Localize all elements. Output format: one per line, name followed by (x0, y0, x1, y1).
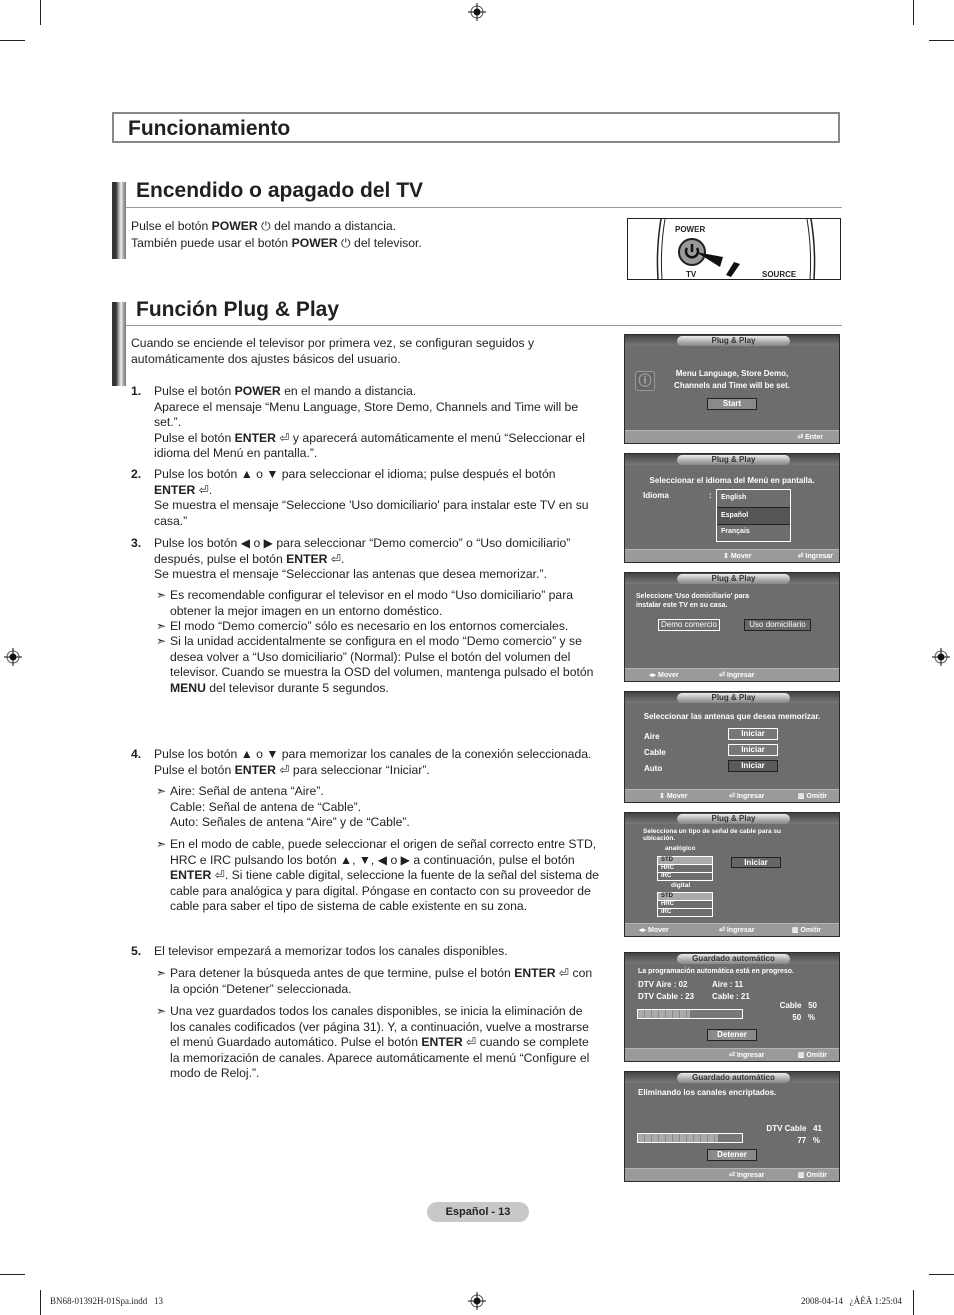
language-option-selected[interactable]: Español (717, 507, 790, 525)
step-note: Para detener la búsqueda antes de que te… (170, 966, 593, 996)
registration-mark-icon (4, 648, 22, 666)
crop-mark (913, 1290, 914, 1315)
step-text: Pulse los botón ◀ o ▶ para seleccionar “… (154, 536, 571, 581)
step-number: 5. (131, 944, 142, 958)
osd-title: Plug & Play (677, 455, 790, 465)
step-text: Pulse el botón POWER en el mando a dista… (154, 384, 585, 460)
registration-mark-icon (468, 1292, 486, 1310)
osd-title: Plug & Play (677, 693, 790, 703)
step-number: 1. (131, 384, 142, 398)
crop-mark (929, 1274, 954, 1275)
remote-tv-label: TV (686, 270, 697, 279)
start-button[interactable]: Start (707, 398, 757, 410)
crop-mark (0, 1274, 25, 1275)
step-note: Si la unidad accidentalmente se configur… (170, 634, 594, 695)
section-title-power: Encendido o apagado del TV (136, 179, 424, 202)
chapter-header: Funcionamiento (112, 112, 840, 143)
step-number: 3. (131, 536, 142, 550)
section-title-plug-play: Función Plug & Play (136, 298, 340, 321)
power-icon: ⏻ (257, 219, 271, 233)
note-arrow-icon: ➣ (156, 619, 167, 633)
osd-title: Guardado automático (677, 954, 790, 964)
digital-signal-list[interactable]: STD HRC IRC (657, 892, 713, 917)
osd-auto-store-progress: Guardado automático La programación auto… (624, 952, 840, 1062)
crop-mark (40, 1290, 41, 1315)
note-arrow-icon: ➣ (156, 1004, 167, 1018)
remote-source-label: SOURCE (762, 270, 797, 279)
uso-domiciliario-option[interactable]: Uso domiciliario (744, 619, 811, 631)
osd-plug-play-start: Plug & Play ⓘ Menu Language, Store Demo,… (624, 334, 840, 444)
osd-cable-signal: Plug & Play Selecciona un tipo de señal … (624, 812, 840, 937)
remote-illustration: POWER TV SOURCE (627, 218, 841, 280)
step-number: 4. (131, 747, 142, 761)
section-bar (112, 182, 126, 259)
step-note: En el modo de cable, puede seleccionar e… (170, 837, 599, 913)
osd-antenna-select: Plug & Play Seleccionar las antenas que … (624, 691, 840, 803)
enter-hint: ⏎ Enter (797, 434, 823, 441)
detener-button[interactable]: Detener (707, 1149, 757, 1161)
progress-fill (638, 1134, 719, 1142)
note-arrow-icon: ➣ (156, 634, 167, 648)
osd-encrypted-removal: Guardado automático Eliminando los canal… (624, 1071, 840, 1182)
osd-usage-mode: Plug & Play Seleccione 'Uso domiciliario… (624, 572, 840, 682)
step-note: Es recomendable configurar el televisor … (170, 588, 574, 618)
step-note: El modo “Demo comercio” sólo es necesari… (170, 619, 569, 633)
language-list: English Español Français (716, 489, 791, 542)
power-icon: ⏻ (337, 235, 351, 250)
page-number: Español - 13 (427, 1202, 529, 1222)
step-text: Pulse los botón ▲ o ▼ para seleccionar e… (154, 467, 589, 528)
section-divider (126, 207, 842, 208)
chapter-title: Funcionamiento (128, 117, 291, 140)
note-arrow-icon: ➣ (156, 588, 167, 602)
detener-button[interactable]: Detener (707, 1029, 757, 1041)
language-option[interactable]: Français (717, 524, 790, 540)
step-note: Una vez guardados todos los canales disp… (170, 1004, 590, 1080)
step-note: Aire: Señal de antena “Aire”. Cable: Seña… (170, 784, 410, 829)
note-arrow-icon: ➣ (156, 966, 167, 980)
auto-iniciar-button[interactable]: Iniciar (728, 760, 778, 772)
note-arrow-icon: ➣ (156, 784, 167, 798)
step-text: El televisor empezará a memorizar todos … (154, 944, 508, 958)
crop-mark (913, 0, 914, 25)
step-number: 2. (131, 467, 142, 481)
registration-mark-icon (932, 648, 950, 666)
registration-mark-icon (468, 3, 486, 21)
remote-power-label: POWER (675, 225, 706, 234)
osd-title: Plug & Play (677, 336, 790, 346)
aire-iniciar-button[interactable]: Iniciar (728, 728, 778, 740)
progress-bar (637, 1133, 743, 1143)
progress-bar (637, 1009, 743, 1019)
step-text: Pulse los botón ▲ o ▼ para memorizar los… (154, 747, 592, 777)
iniciar-button[interactable]: Iniciar (731, 857, 781, 868)
osd-language-select: Plug & Play Seleccionar el idioma del Me… (624, 453, 840, 563)
crop-mark (929, 40, 954, 41)
osd-title: Plug & Play (677, 574, 790, 584)
section-divider (126, 325, 842, 326)
crop-mark (0, 40, 25, 41)
demo-comercio-option[interactable]: Demo comercio (658, 619, 720, 631)
analog-signal-list[interactable]: STD HRC IRC (657, 856, 713, 881)
print-stamp: 2008-04-14 ¿ÀÈÄ 1:25:04 (801, 1296, 902, 1306)
osd-title: Guardado automático (677, 1073, 790, 1083)
section-bar (112, 302, 126, 386)
file-name: BN68-01392H-01Spa.indd 13 (50, 1296, 163, 1306)
progress-fill (638, 1010, 690, 1018)
crop-mark (40, 0, 41, 25)
note-arrow-icon: ➣ (156, 837, 167, 851)
plug-play-intro: Cuando se enciende el televisor por prim… (131, 336, 535, 366)
osd-title: Plug & Play (677, 814, 790, 824)
cable-iniciar-button[interactable]: Iniciar (728, 744, 778, 756)
language-option[interactable]: English (717, 490, 790, 506)
power-instructions: Pulse el botón POWER ⏻ del mando a dista… (131, 219, 422, 250)
